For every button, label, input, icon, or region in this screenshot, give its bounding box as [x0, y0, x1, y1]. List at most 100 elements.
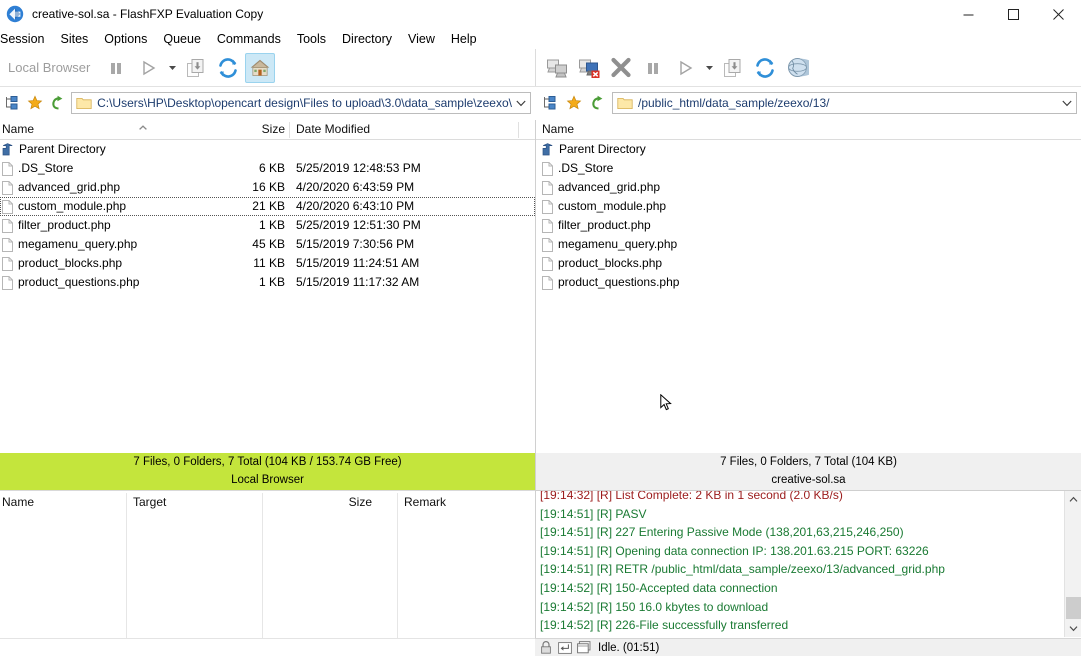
- table-row[interactable]: advanced_grid.php 16 KB 4/20/2020 6:43:5…: [536, 178, 1081, 197]
- abort-icon[interactable]: [606, 53, 636, 83]
- transfer-mode-icon[interactable]: [557, 641, 573, 655]
- minimize-button[interactable]: [946, 0, 991, 28]
- transfer-queue-icon[interactable]: [718, 53, 748, 83]
- file-date: 5/25/2019 12:51:30 PM: [296, 218, 421, 232]
- file-name: product_questions.php: [558, 275, 680, 289]
- dropdown-arrow-icon[interactable]: [165, 53, 179, 83]
- menu-directory[interactable]: Directory: [334, 30, 400, 48]
- file-icon: [2, 218, 13, 233]
- queue-column-remark[interactable]: Remark: [404, 493, 514, 512]
- menu-tools[interactable]: Tools: [289, 30, 334, 48]
- chevron-down-icon[interactable]: [1058, 93, 1076, 113]
- menu-sites[interactable]: Sites: [52, 30, 96, 48]
- menu-commands[interactable]: Commands: [209, 30, 289, 48]
- close-button[interactable]: [1036, 0, 1081, 28]
- file-icon: [542, 237, 553, 252]
- file-size: 1 KB: [258, 275, 285, 289]
- parent-up-icon[interactable]: [47, 92, 68, 114]
- local-address-bar: C:\Users\HP\Desktop\opencart design\File…: [0, 88, 535, 118]
- parent-up-icon[interactable]: [587, 92, 609, 114]
- remote-file-pane[interactable]: Name Size Date Modified Attrib Parent D: [535, 120, 1081, 453]
- file-icon: [2, 180, 13, 195]
- play-icon[interactable]: [670, 53, 700, 83]
- sites-tree-icon[interactable]: [1, 92, 22, 114]
- pause-icon[interactable]: [101, 53, 131, 83]
- remote-status-bar: 7 Files, 0 Folders, 7 Total (104 KB) cre…: [535, 453, 1081, 490]
- bottom-status-bar: Idle. (01:51): [535, 638, 1081, 656]
- queue-column-size[interactable]: Size: [310, 493, 372, 512]
- file-date: 4/20/2020 6:43:59 PM: [296, 180, 415, 194]
- remote-toolbar: [535, 49, 1081, 86]
- refresh-icon[interactable]: [213, 53, 243, 83]
- scroll-up-icon[interactable]: [1065, 491, 1081, 508]
- file-icon: [2, 199, 13, 214]
- local-browser-label: Local Browser: [8, 60, 91, 75]
- table-row[interactable]: .DS_Store 6 KB 5/25/2019 12:48:53 PM: [0, 159, 535, 178]
- table-row[interactable]: filter_product.php 1 KB 5/25/2019 12:51:…: [0, 216, 535, 235]
- connect-icon[interactable]: [542, 53, 572, 83]
- file-name: advanced_grid.php: [558, 180, 661, 194]
- refresh-icon[interactable]: [750, 53, 780, 83]
- log-line: [19:14:51] [R] PASV: [540, 506, 647, 521]
- table-row[interactable]: filter_product.php 1 KB 2/8/2020 1:51:48…: [536, 216, 1081, 235]
- queue-column-name[interactable]: Name: [2, 493, 122, 512]
- window-icon[interactable]: [576, 641, 592, 655]
- globe-icon[interactable]: [782, 53, 812, 83]
- session-log-pane[interactable]: [19:14:32] [R] List Complete: 2 KB in 1 …: [535, 490, 1081, 638]
- chevron-down-icon[interactable]: [512, 93, 530, 113]
- home-icon[interactable]: [245, 52, 276, 83]
- sites-tree-icon[interactable]: [539, 92, 561, 114]
- maximize-button[interactable]: [991, 0, 1036, 28]
- lock-icon[interactable]: [538, 641, 554, 655]
- log-line: [19:14:52] [R] 226-File successfully tra…: [540, 618, 789, 633]
- transfer-queue-icon[interactable]: [181, 53, 211, 83]
- log-scrollbar[interactable]: [1064, 491, 1081, 637]
- remote-file-rows: Parent Directory .DS_Store 6 KB 2/8/2020…: [536, 140, 1081, 292]
- table-row[interactable]: custom_module.php 21 KB 4/20/2020 6:43:1…: [536, 197, 1081, 216]
- table-row[interactable]: megamenu_query.php 45 KB 5/15/2019 7:30:…: [0, 235, 535, 254]
- parent-directory-icon: [542, 143, 554, 156]
- favorites-star-icon[interactable]: [563, 92, 585, 114]
- title-bar: creative-sol.sa - FlashFXP Evaluation Co…: [0, 0, 1081, 28]
- file-date: 4/20/2020 6:43:10 PM: [296, 199, 415, 213]
- remote-path-input[interactable]: /public_html/data_sample/zeexo/13/: [612, 92, 1077, 114]
- menu-queue[interactable]: Queue: [155, 30, 209, 48]
- menu-view[interactable]: View: [400, 30, 443, 48]
- table-row[interactable]: .DS_Store 6 KB 2/8/2020 1:51:46 PM -rw-r…: [536, 159, 1081, 178]
- folder-icon: [76, 96, 92, 110]
- list-item-parent[interactable]: Parent Directory: [0, 140, 535, 159]
- flashfxp-window: creative-sol.sa - FlashFXP Evaluation Co…: [0, 0, 1081, 656]
- column-header-date[interactable]: Date Modified: [296, 120, 456, 139]
- table-row[interactable]: advanced_grid.php 16 KB 4/20/2020 6:43:5…: [0, 178, 535, 197]
- parent-directory-icon: [2, 143, 14, 156]
- table-row[interactable]: product_blocks.php 11 KB 5/15/2019 11:24…: [0, 254, 535, 273]
- file-date: 5/25/2019 12:48:53 PM: [296, 161, 421, 175]
- menu-session[interactable]: Session: [0, 30, 52, 48]
- dropdown-arrow-icon[interactable]: [702, 53, 716, 83]
- table-row[interactable]: product_blocks.php 11 KB 2/8/2020 1:51:4…: [536, 254, 1081, 273]
- column-header-size[interactable]: Size: [230, 120, 285, 139]
- log-scroll-thumb[interactable]: [1066, 597, 1081, 619]
- transfer-queue-pane[interactable]: Name Target Size Remark: [0, 493, 535, 656]
- scroll-down-icon[interactable]: [1065, 620, 1081, 637]
- local-status-bar: 7 Files, 0 Folders, 7 Total (104 KB / 15…: [0, 453, 535, 490]
- column-header-name[interactable]: Name: [542, 120, 782, 139]
- list-item-parent[interactable]: Parent Directory: [536, 140, 1081, 159]
- table-row[interactable]: product_questions.php 1 KB 5/15/2019 11:…: [0, 273, 535, 292]
- table-row-selected[interactable]: custom_module.php 21 KB 4/20/2020 6:43:1…: [0, 197, 535, 216]
- remote-column-header: Name Size Date Modified Attrib: [536, 120, 1081, 140]
- table-row[interactable]: megamenu_query.php 45 KB 2/8/2020 1:51:4…: [536, 235, 1081, 254]
- local-path-input[interactable]: C:\Users\HP\Desktop\opencart design\File…: [71, 92, 531, 114]
- play-icon[interactable]: [133, 53, 163, 83]
- menu-help[interactable]: Help: [443, 30, 485, 48]
- disconnect-icon[interactable]: [574, 53, 604, 83]
- local-file-pane[interactable]: Name Size Date Modified Parent Directory: [0, 120, 535, 453]
- log-line: [19:14:52] [R] 150 16.0 kbytes to downlo…: [540, 599, 769, 614]
- file-name: product_blocks.php: [18, 256, 123, 270]
- pause-icon[interactable]: [638, 53, 668, 83]
- file-icon: [2, 161, 13, 176]
- menu-options[interactable]: Options: [96, 30, 155, 48]
- favorites-star-icon[interactable]: [24, 92, 45, 114]
- queue-column-target[interactable]: Target: [133, 493, 253, 512]
- table-row[interactable]: product_questions.php 1 KB 2/8/2020 1:51…: [536, 273, 1081, 292]
